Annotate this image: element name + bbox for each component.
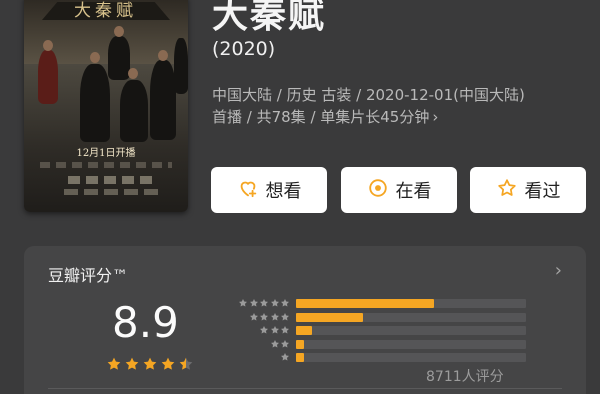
- star-icon: [281, 299, 289, 307]
- poster-figure-head: [158, 50, 168, 61]
- distribution-stars: [238, 298, 290, 308]
- star-icon: [281, 326, 289, 334]
- distribution-track: [296, 339, 526, 349]
- rating-card[interactable]: 豆瓣评分™ › 8.9 8711人评分: [24, 246, 586, 394]
- distribution-bar: [296, 353, 304, 362]
- watched-button[interactable]: 看过: [470, 167, 586, 213]
- distribution-bar: [296, 299, 434, 308]
- poster-logos: [68, 176, 158, 184]
- star-icon: [270, 312, 279, 321]
- rating-distribution: [210, 297, 526, 365]
- meta-line: 中国大陆 / 历史 古装 / 2020-12-01(中国大陆): [212, 86, 525, 104]
- star-icon: [270, 339, 279, 348]
- meta-line: 首播 / 共78集 / 单集片长45分钟 ›: [212, 106, 592, 128]
- poster-figure: [38, 50, 58, 104]
- distribution-stars: [270, 339, 291, 349]
- divider: [48, 388, 562, 389]
- poster-figure: [150, 60, 176, 140]
- poster-figure: [120, 80, 148, 142]
- distribution-stars: [280, 352, 290, 362]
- poster-image[interactable]: 大秦赋 12月1日开播: [24, 0, 188, 212]
- want-to-watch-label: 想看: [265, 181, 302, 202]
- heart-add-icon: [237, 177, 259, 204]
- distribution-row: [210, 351, 526, 365]
- rating-brand: 豆瓣评分™: [48, 266, 129, 285]
- star-outline-icon: [496, 177, 518, 204]
- distribution-track: [296, 312, 526, 322]
- distribution-bar: [296, 326, 313, 335]
- star-icon: [143, 357, 157, 370]
- distribution-track: [296, 326, 526, 335]
- star-icon: [107, 357, 121, 370]
- chevron-right-icon[interactable]: ›: [555, 260, 562, 281]
- distribution-row: [210, 311, 526, 325]
- watching-label: 在看: [395, 181, 432, 202]
- star-icon: [260, 326, 268, 334]
- star-icon: [270, 326, 279, 334]
- watched-label: 看过: [524, 181, 561, 202]
- distribution-track: [296, 353, 526, 362]
- rating-score: 8.9: [112, 298, 179, 347]
- poster-figure-head: [90, 52, 100, 63]
- star-icon: [125, 357, 139, 370]
- circle-dot-icon: [367, 177, 389, 204]
- poster-figure: [108, 36, 130, 80]
- distribution-stars: [259, 325, 290, 335]
- poster-date: 12月1日开播: [76, 148, 136, 159]
- rating-count[interactable]: 8711人评分: [426, 366, 504, 386]
- distribution-row: [210, 297, 526, 311]
- distribution-row: [210, 324, 526, 338]
- star-icon: [179, 357, 193, 370]
- star-icon: [161, 357, 175, 370]
- chevron-right-icon: ›: [432, 108, 439, 126]
- distribution-stars: [249, 312, 291, 322]
- poster-logos: [64, 189, 164, 195]
- movie-meta[interactable]: 中国大陆 / 历史 古装 / 2020-12-01(中国大陆) 首播 / 共78…: [212, 84, 592, 128]
- star-icon: [270, 299, 279, 307]
- poster-figure: [174, 38, 188, 94]
- star-icon: [249, 312, 258, 321]
- meta-line-text: 首播 / 共78集 / 单集片长45分钟: [212, 108, 430, 126]
- distribution-row: [210, 338, 526, 352]
- distribution-bar: [296, 339, 304, 349]
- want-to-watch-button[interactable]: 想看: [211, 167, 327, 213]
- star-icon: [249, 299, 258, 307]
- star-icon: [260, 299, 268, 307]
- movie-year: (2020): [212, 38, 276, 60]
- star-icon: [281, 353, 289, 361]
- poster-figure: [80, 64, 110, 142]
- rating-stars: [106, 356, 194, 372]
- star-icon: [281, 339, 289, 348]
- star-icon: [239, 299, 247, 307]
- distribution-bar: [296, 312, 363, 322]
- movie-title: 大秦赋: [212, 0, 327, 36]
- poster-figure-head: [128, 68, 138, 79]
- watching-button[interactable]: 在看: [341, 167, 457, 213]
- poster-figure-head: [43, 40, 53, 51]
- poster-credits: [40, 162, 172, 168]
- poster-figure-head: [114, 26, 124, 37]
- distribution-track: [296, 299, 526, 308]
- poster-title: 大秦赋: [74, 1, 137, 21]
- star-icon: [281, 312, 289, 321]
- star-icon: [260, 312, 268, 321]
